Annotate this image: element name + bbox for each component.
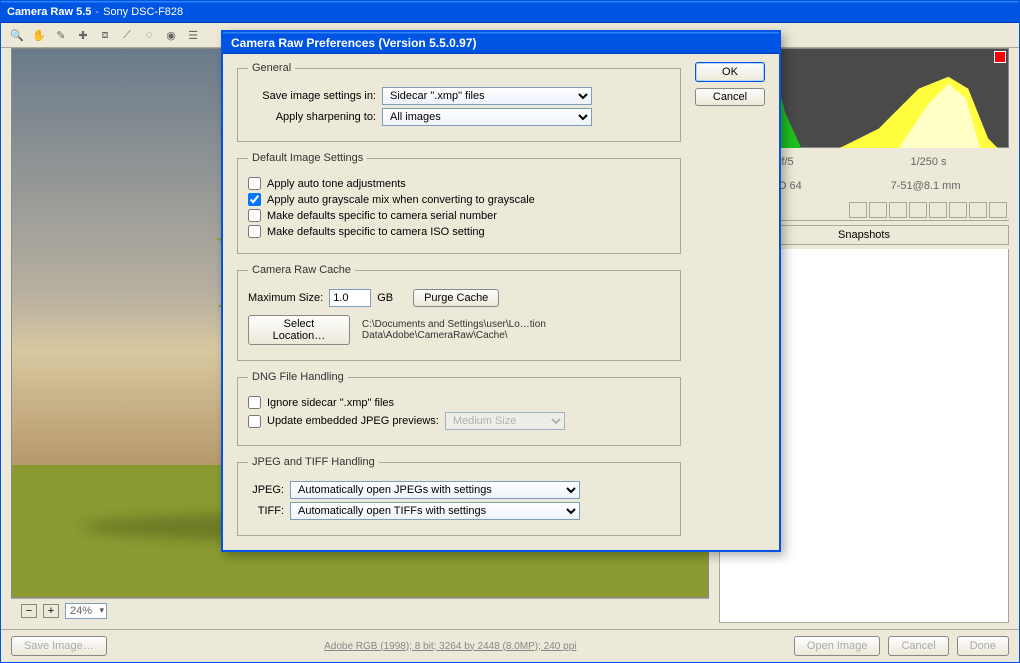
ok-button[interactable]: OK (695, 62, 765, 82)
update-jpeg-checkbox[interactable] (248, 415, 261, 428)
tiff-label: TIFF: (248, 505, 284, 517)
crop-icon[interactable]: ⧈ (97, 27, 113, 43)
retouch-icon[interactable]: ◌ (141, 27, 157, 43)
auto-tone-label: Apply auto tone adjustments (267, 178, 406, 190)
select-location-button[interactable]: Select Location… (248, 315, 350, 345)
tiff-handling-select[interactable]: Automatically open TIFFs with settings (290, 502, 580, 520)
defaults-legend: Default Image Settings (248, 152, 367, 164)
eyedropper-icon[interactable]: ✎ (53, 27, 69, 43)
hand-icon[interactable]: ✋ (31, 27, 47, 43)
dng-legend: DNG File Handling (248, 371, 348, 383)
dialog-title: Camera Raw Preferences (Version 5.5.0.97… (223, 32, 779, 54)
cache-legend: Camera Raw Cache (248, 264, 355, 276)
zoom-bar: − + 24% (11, 598, 709, 623)
gb-label: GB (377, 292, 393, 304)
preferences-dialog: Camera Raw Preferences (Version 5.5.0.97… (221, 30, 781, 552)
auto-grayscale-checkbox[interactable] (248, 193, 261, 206)
prefs-icon[interactable]: ☰ (185, 27, 201, 43)
sharpen-select[interactable]: All images (382, 108, 592, 126)
titlebar: Camera Raw 5.5 - Sony DSC-F828 (1, 1, 1019, 23)
panel-tab-icon[interactable] (989, 202, 1007, 218)
cache-group: Camera Raw Cache Maximum Size: GB Purge … (237, 264, 681, 361)
fstop: f/5 (781, 156, 793, 168)
save-settings-label: Save image settings in: (248, 90, 376, 102)
sampler-icon[interactable]: ✚ (75, 27, 91, 43)
general-group: General Save image settings in: Sidecar … (237, 62, 681, 142)
panel-tab-icon[interactable] (909, 202, 927, 218)
general-legend: General (248, 62, 295, 74)
max-size-input[interactable] (329, 289, 371, 307)
serial-label: Make defaults specific to camera serial … (267, 210, 497, 222)
panel-tab-icon[interactable] (949, 202, 967, 218)
clipping-warning-icon[interactable] (994, 51, 1006, 63)
footer: Save Image… Adobe RGB (1998); 8 bit; 326… (1, 629, 1019, 662)
purge-cache-button[interactable]: Purge Cache (413, 289, 499, 307)
cancel-button[interactable]: Cancel (888, 636, 948, 656)
save-settings-select[interactable]: Sidecar ".xmp" files (382, 87, 592, 105)
panel-tab-icon[interactable] (869, 202, 887, 218)
panel-tab-icon[interactable] (849, 202, 867, 218)
max-size-label: Maximum Size: (248, 292, 323, 304)
serial-checkbox[interactable] (248, 209, 261, 222)
straighten-icon[interactable]: ⟋ (119, 27, 135, 43)
lens: 7-51@8.1 mm (891, 180, 961, 192)
dialog-cancel-button[interactable]: Cancel (695, 88, 765, 106)
auto-grayscale-label: Apply auto grayscale mix when converting… (267, 194, 535, 206)
panel-tab-icon[interactable] (929, 202, 947, 218)
dng-group: DNG File Handling Ignore sidecar ".xmp" … (237, 371, 681, 446)
zoom-select[interactable]: 24% (65, 603, 107, 619)
zoom-icon[interactable]: 🔍 (9, 27, 25, 43)
auto-tone-checkbox[interactable] (248, 177, 261, 190)
status-link[interactable]: Adobe RGB (1998); 8 bit; 3264 by 2448 (8… (115, 641, 786, 652)
jpeg-handling-select[interactable]: Automatically open JPEGs with settings (290, 481, 580, 499)
sharpen-label: Apply sharpening to: (248, 111, 376, 123)
done-button[interactable]: Done (957, 636, 1009, 656)
cache-path: C:\Documents and Settings\user\Lo…tion D… (362, 319, 670, 341)
jpeg-label: JPEG: (248, 484, 284, 496)
iso-checkbox[interactable] (248, 225, 261, 238)
defaults-group: Default Image Settings Apply auto tone a… (237, 152, 681, 254)
panel-tab-icon[interactable] (969, 202, 987, 218)
doc-name: Sony DSC-F828 (103, 6, 183, 18)
zoom-out-button[interactable]: − (21, 604, 37, 618)
open-image-button[interactable]: Open Image (794, 636, 881, 656)
save-image-button[interactable]: Save Image… (11, 636, 107, 656)
ignore-sidecar-checkbox[interactable] (248, 396, 261, 409)
shutter: 1/250 s (910, 156, 946, 168)
jpeg-tiff-group: JPEG and TIFF Handling JPEG: Automatical… (237, 456, 681, 536)
ignore-sidecar-label: Ignore sidecar ".xmp" files (267, 397, 394, 409)
jpeg-tiff-legend: JPEG and TIFF Handling (248, 456, 379, 468)
jpeg-size-select: Medium Size (445, 412, 565, 430)
iso-label: Make defaults specific to camera ISO set… (267, 226, 485, 238)
update-jpeg-label: Update embedded JPEG previews: (267, 415, 439, 427)
redeye-icon[interactable]: ◉ (163, 27, 179, 43)
zoom-in-button[interactable]: + (43, 604, 59, 618)
app-name: Camera Raw 5.5 (7, 6, 91, 18)
panel-tab-icon[interactable] (889, 202, 907, 218)
